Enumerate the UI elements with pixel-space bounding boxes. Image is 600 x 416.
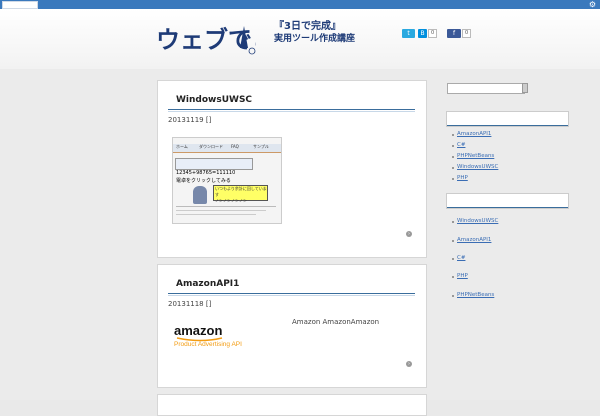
facebook-icon[interactable]: f [447,29,461,38]
tagline-line1: 『3日で完成』 [274,21,341,32]
top-bar-search-box[interactable] [2,1,38,9]
sidebar-link[interactable]: PHPNetBeans [457,153,494,159]
sidebar-link[interactable]: PHP [457,273,468,279]
post-date: 20131119 [] [168,116,212,124]
title-underline [168,109,415,110]
thumb-tab-sample: サンプル [253,144,269,149]
thumb-tab-faq: FAQ [231,144,239,149]
hatena-count: 0 [428,29,438,38]
post-card [157,394,427,416]
post-date: 20131118 [] [168,300,212,308]
sidebar-link[interactable]: AmazonAPI1 [457,237,491,243]
site-logo[interactable]: ウェブでこ [156,20,256,58]
thumb-popup-line2: ノ＞ノ＞ノ＞ノ＞ [215,198,247,203]
gear-icon[interactable]: ⚙ [589,0,596,9]
site-tagline: 『3日で完成』 実用ツール作成講座 [274,21,355,45]
widget-header [446,111,569,127]
post-title[interactable]: AmazonAPI1 [176,279,239,289]
twitter-icon[interactable]: t [402,29,415,38]
site-header: ウェブでこ 『3日で完成』 実用ツール作成講座 t B 0 f 0 [0,9,600,69]
logo-text: ウェブでこ [156,26,256,54]
thumb-popup: いつもより余計に回しています ノ＞ノ＞ノ＞ノ＞ [213,185,268,203]
tagline-line2: 実用ツール作成講座 [274,34,356,44]
sidebar-link[interactable]: WindowsUWSC [457,218,498,224]
sidebar-link[interactable]: PHPNetBeans [457,292,494,298]
top-bar: ⚙ [0,0,600,9]
read-more-icon[interactable]: › [406,361,412,367]
search-button[interactable] [522,83,528,93]
sidebar-link[interactable]: C# [457,255,465,261]
sidebar-link[interactable]: WindowsUWSC [457,164,498,170]
post-thumbnail[interactable]: ホーム ダウンロード FAQ サンプル 12345+98765=111110 電… [172,137,282,224]
sidebar-link[interactable]: PHP [457,175,468,181]
thumb-tab-home: ホーム [176,144,188,149]
amazon-logo-sub: Product Advertising API [174,341,242,348]
twitter-share[interactable]: t [402,29,415,38]
title-underline-light [168,295,415,296]
thumb-text-line [176,210,266,211]
thumb-tab-download: ダウンロード [199,144,223,149]
thumb-text-line [176,214,256,215]
post-card: AmazonAPI1 20131118 [] amazon Product Ad… [157,264,427,388]
amazon-logo-text: amazon [174,323,223,338]
thumb-result: 12345+98765=111110 [176,170,236,176]
post-card: WindowsUWSC 20131119 [] ホーム ダウンロード FAQ サ… [157,80,427,258]
thumb-tabs: ホーム ダウンロード FAQ サンプル [173,144,281,153]
thumb-calc-window [175,158,253,170]
facebook-count: 0 [462,29,472,38]
sidebar-link[interactable]: C# [457,142,465,148]
post-title[interactable]: WindowsUWSC [176,95,252,105]
title-underline [168,293,415,294]
hatena-bookmark-icon[interactable]: B [418,29,427,38]
facebook-share[interactable]: f 0 [447,29,472,38]
post-excerpt: Amazon AmazonAmazon [292,318,380,326]
title-underline-light [168,111,415,112]
sidebar-link[interactable]: AmazonAPI1 [457,131,491,137]
widget-header [446,193,569,209]
thumb-popup-line1: いつもより余計に回しています [215,186,267,197]
thumb-caption: 電卓をクリックしてみる [176,178,231,184]
thumb-divider [176,206,276,207]
hatena-share[interactable]: B 0 [418,29,438,38]
thumb-character [193,186,207,204]
search-input[interactable] [447,83,525,94]
amazon-logo[interactable]: amazon Product Advertising API [172,321,280,351]
read-more-icon[interactable]: › [406,231,412,237]
